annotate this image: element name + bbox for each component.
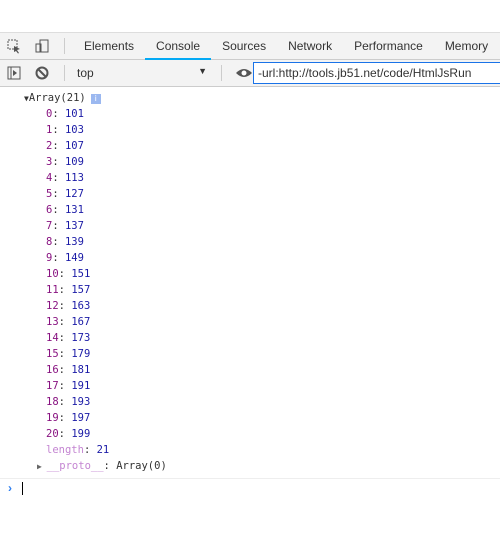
- array-item: 0: 101: [46, 108, 84, 120]
- item-index: 7: [46, 220, 53, 232]
- item-index: 8: [46, 236, 53, 248]
- item-index: 19: [46, 412, 59, 424]
- item-index: 2: [46, 140, 53, 152]
- item-index: 1: [46, 124, 53, 136]
- item-index: 4: [46, 172, 53, 184]
- item-value: 191: [71, 380, 91, 392]
- tab-elements[interactable]: Elements: [73, 33, 145, 60]
- array-item: 2: 107: [46, 140, 84, 152]
- array-item: 15: 179: [46, 348, 91, 360]
- tab-performance[interactable]: Performance: [343, 33, 434, 60]
- item-index: 17: [46, 380, 59, 392]
- length-key: length: [46, 444, 84, 456]
- array-item: 8: 139: [46, 236, 84, 248]
- proto-value: Array(0): [116, 460, 167, 472]
- array-item: 11: 157: [46, 284, 91, 296]
- length-row: length: 21: [46, 444, 110, 456]
- item-value: 179: [71, 348, 91, 360]
- item-index: 14: [46, 332, 59, 344]
- array-item: 12: 163: [46, 300, 91, 312]
- item-value: 151: [71, 268, 91, 280]
- item-value: 107: [64, 140, 84, 152]
- array-item: 10: 151: [46, 268, 91, 280]
- divider: [221, 65, 222, 81]
- item-value: 113: [64, 172, 84, 184]
- array-item: 7: 137: [46, 220, 84, 232]
- array-item: 13: 167: [46, 316, 91, 328]
- item-index: 3: [46, 156, 53, 168]
- item-value: 101: [64, 108, 84, 120]
- proto-row[interactable]: ▶ __proto__: Array(0): [0, 458, 500, 474]
- item-value: 163: [71, 300, 91, 312]
- item-value: 103: [64, 124, 84, 136]
- proto-key: __proto__: [46, 460, 104, 472]
- array-item: 6: 131: [46, 204, 84, 216]
- item-value: 139: [64, 236, 84, 248]
- tab-sources[interactable]: Sources: [211, 33, 277, 60]
- array-item: 3: 109: [46, 156, 84, 168]
- dropdown-arrow-icon: ▼: [198, 66, 207, 76]
- array-item: 4: 113: [46, 172, 84, 184]
- array-item: 9: 149: [46, 252, 84, 264]
- filter-input[interactable]: -url:http://tools.jb51.net/code/HtmlJsRu…: [253, 62, 500, 84]
- device-toolbar-icon[interactable]: [28, 33, 56, 59]
- tab-console[interactable]: Console: [145, 33, 212, 60]
- divider: [64, 38, 65, 54]
- item-value: 157: [71, 284, 91, 296]
- length-value: 21: [96, 444, 110, 456]
- item-index: 13: [46, 316, 59, 328]
- array-item: 16: 181: [46, 364, 91, 376]
- item-value: 193: [71, 396, 91, 408]
- array-item: 18: 193: [46, 396, 91, 408]
- array-item: 5: 127: [46, 188, 84, 200]
- tab-memory[interactable]: Memory: [434, 33, 499, 60]
- item-index: 9: [46, 252, 53, 264]
- item-index: 12: [46, 300, 59, 312]
- array-item: 19: 197: [46, 412, 91, 424]
- array-item: 1: 103: [46, 124, 84, 136]
- item-value: 131: [64, 204, 84, 216]
- array-header[interactable]: ▼Array(21) i: [0, 90, 500, 106]
- console-toolbar: top ▼ -url:http://tools.jb51.net/code/Htm…: [0, 60, 500, 87]
- console-prompt[interactable]: ›: [0, 478, 500, 496]
- context-value: top: [77, 66, 94, 80]
- array-item: 20: 199: [46, 428, 91, 440]
- tab-network[interactable]: Network: [277, 33, 343, 60]
- item-index: 18: [46, 396, 59, 408]
- devtools-tabbar: Elements Console Sources Network Performance…: [0, 32, 500, 60]
- item-value: 137: [64, 220, 84, 232]
- array-label: Array(21): [28, 92, 86, 104]
- item-value: 199: [71, 428, 91, 440]
- context-select[interactable]: top ▼: [73, 66, 213, 80]
- item-index: 16: [46, 364, 59, 376]
- item-index: 5: [46, 188, 53, 200]
- item-index: 10: [46, 268, 59, 280]
- item-value: 167: [71, 316, 91, 328]
- collapsed-triangle-icon[interactable]: ▶: [37, 462, 47, 471]
- sidebar-toggle-icon[interactable]: [0, 60, 28, 86]
- item-value: 149: [64, 252, 84, 264]
- array-item: 14: 173: [46, 332, 91, 344]
- text-caret: [22, 482, 23, 496]
- item-index: 15: [46, 348, 59, 360]
- item-index: 0: [46, 108, 53, 120]
- item-value: 197: [71, 412, 91, 424]
- item-index: 6: [46, 204, 53, 216]
- item-value: 173: [71, 332, 91, 344]
- item-value: 127: [64, 188, 84, 200]
- array-item: 17: 191: [46, 380, 91, 392]
- prompt-chevron-icon: ›: [8, 481, 12, 495]
- inspect-element-icon[interactable]: [0, 33, 28, 59]
- item-value: 181: [71, 364, 91, 376]
- item-index: 11: [46, 284, 59, 296]
- clear-console-icon[interactable]: [28, 60, 56, 86]
- item-index: 20: [46, 428, 59, 440]
- info-icon[interactable]: i: [90, 94, 101, 104]
- item-value: 109: [64, 156, 84, 168]
- console-output: ▼Array(21) i 0: 101 1: 103 2: 107 3: 109 4: 1…: [0, 90, 500, 474]
- divider: [64, 65, 65, 81]
